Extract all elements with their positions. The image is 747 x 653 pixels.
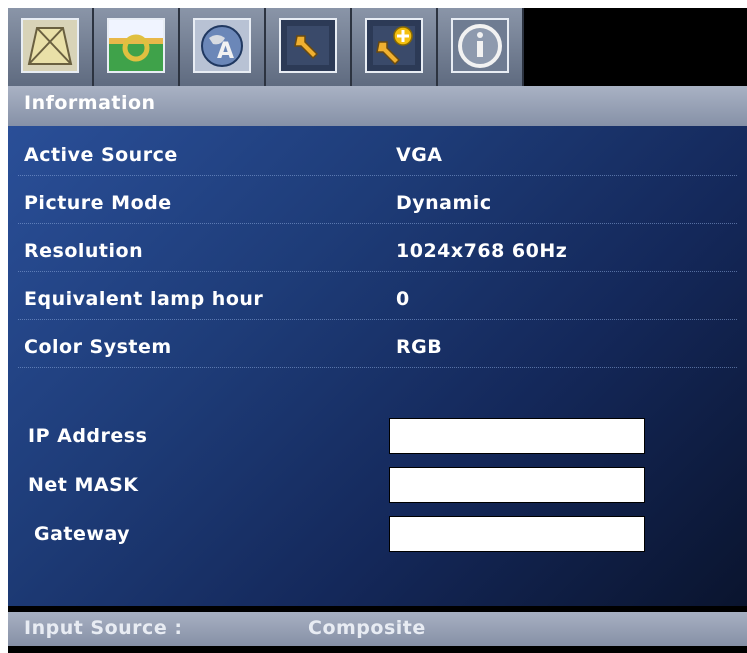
- wrench-icon: [279, 18, 337, 73]
- row-divider: [18, 271, 737, 272]
- tab-language[interactable]: A: [180, 8, 266, 86]
- info-value: VGA: [396, 144, 443, 166]
- tab-keystone[interactable]: [8, 8, 94, 86]
- row-divider: [18, 319, 737, 320]
- info-value: RGB: [396, 336, 443, 358]
- net-mask-field[interactable]: [389, 467, 645, 503]
- row-divider: [18, 223, 737, 224]
- net-label: Gateway: [34, 523, 131, 545]
- net-label: Net MASK: [28, 474, 139, 496]
- info-row-picture-mode: Picture Mode Dynamic: [8, 180, 747, 228]
- menu-header: Information: [8, 86, 747, 126]
- net-row-ip-address: IP Address: [8, 418, 747, 458]
- info-row-color-system: Color System RGB: [8, 324, 747, 372]
- projector-osd-menu: A Information Active Source VGA Picture …: [0, 0, 747, 653]
- info-row-active-source: Active Source VGA: [8, 132, 747, 180]
- info-label: Equivalent lamp hour: [24, 288, 264, 310]
- info-row-lamp-hour: Equivalent lamp hour 0: [8, 276, 747, 324]
- info-row-resolution: Resolution 1024x768 60Hz: [8, 228, 747, 276]
- information-panel: Active Source VGA Picture Mode Dynamic R…: [8, 126, 747, 606]
- info-label: Resolution: [24, 240, 144, 262]
- tab-advanced[interactable]: [352, 8, 438, 86]
- menu-tab-bar: A: [8, 8, 747, 86]
- gateway-field[interactable]: [389, 516, 645, 552]
- input-source-value: Composite: [308, 617, 426, 639]
- info-label: Picture Mode: [24, 192, 172, 214]
- page-title: Information: [24, 92, 156, 114]
- row-divider: [18, 367, 737, 368]
- row-divider: [18, 175, 737, 176]
- input-source-label: Input Source :: [24, 617, 183, 639]
- net-row-net-mask: Net MASK: [8, 467, 747, 507]
- info-label: Active Source: [24, 144, 178, 166]
- info-label: Color System: [24, 336, 172, 358]
- advanced-settings-icon: [365, 18, 423, 73]
- net-label: IP Address: [28, 425, 148, 447]
- tab-information[interactable]: [438, 8, 524, 86]
- info-value: Dynamic: [396, 192, 492, 214]
- picture-icon: [107, 18, 165, 73]
- info-value: 1024x768 60Hz: [396, 240, 568, 262]
- input-source-strip: Input Source : Composite: [8, 612, 747, 646]
- info-icon: [451, 18, 509, 73]
- status-bar: Input Source : Composite: [8, 606, 747, 653]
- keystone-icon: [21, 18, 79, 73]
- info-value: 0: [396, 288, 410, 310]
- net-row-gateway: Gateway: [8, 516, 747, 556]
- ip-address-field[interactable]: [389, 418, 645, 454]
- language-globe-icon: A: [193, 18, 251, 73]
- tab-picture[interactable]: [94, 8, 180, 86]
- tab-setup[interactable]: [266, 8, 352, 86]
- svg-text:A: A: [217, 39, 234, 64]
